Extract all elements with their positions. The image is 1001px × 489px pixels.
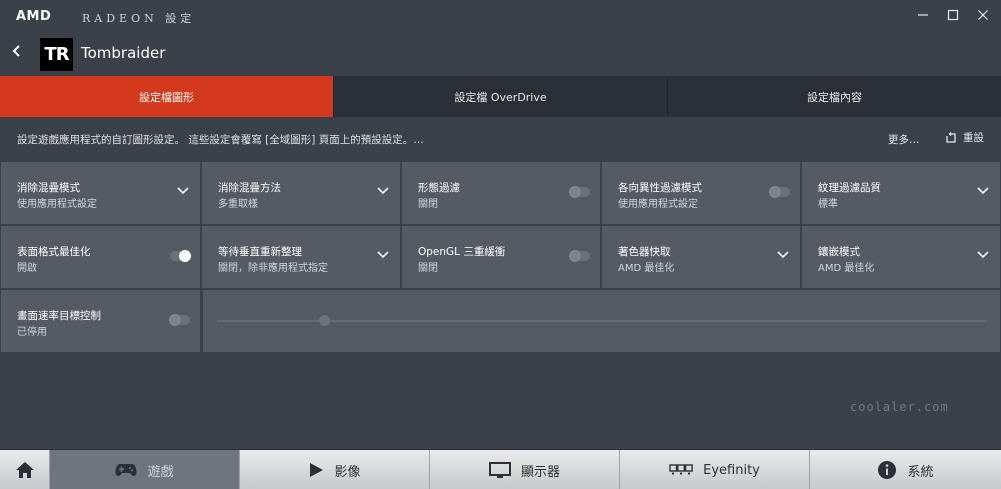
toggle-knob xyxy=(179,250,191,262)
maximize-button[interactable] xyxy=(938,6,968,28)
reset-icon xyxy=(946,131,956,143)
info-icon xyxy=(878,461,897,479)
back-button[interactable] xyxy=(8,42,26,64)
setting-label: 著色器快取 xyxy=(618,246,671,258)
setting-vsync[interactable]: 等待垂直重新整理 關閉，除非應用程式指定 xyxy=(202,226,400,288)
description-text: 設定遊戲應用程式的自訂圖形設定。 這些設定會覆寫 [全域圖形] 頁面上的預設設定… xyxy=(17,134,424,146)
toggle-switch[interactable] xyxy=(569,186,590,198)
frame-rate-slider-track[interactable] xyxy=(217,320,987,322)
game-logo: TR xyxy=(40,38,73,71)
description-bar: 設定遊戲應用程式的自訂圖形設定。 這些設定會覆寫 [全域圖形] 頁面上的預設設定… xyxy=(0,117,1001,161)
minimize-icon xyxy=(918,14,928,16)
setting-label: OpenGL 三重緩衝 xyxy=(418,246,506,258)
nav-system-label: 系統 xyxy=(907,464,934,480)
chevron-down-icon[interactable] xyxy=(976,248,990,262)
bottom-navigation: 遊戲 影像 顯示器 Eyefinity 系統 xyxy=(0,449,1001,489)
nav-home[interactable] xyxy=(0,450,50,489)
setting-opengl-triple-buffering[interactable]: OpenGL 三重緩衝 關閉 xyxy=(402,226,600,288)
setting-label: 鑲嵌模式 xyxy=(818,246,860,258)
setting-tessellation-mode[interactable]: 鑲嵌模式 AMD 最佳化 xyxy=(802,226,1000,288)
play-icon xyxy=(310,463,324,477)
setting-anisotropic-mode[interactable]: 各向異性過濾模式 使用應用程式設定 xyxy=(602,162,800,224)
setting-label: 形態過濾 xyxy=(418,182,460,194)
nav-eyefinity[interactable]: Eyefinity xyxy=(620,450,810,489)
chevron-down-icon[interactable] xyxy=(376,184,390,198)
profile-header: TR Tombraider xyxy=(0,34,1001,76)
nav-gaming[interactable]: 遊戲 xyxy=(50,450,240,489)
toggle-knob xyxy=(569,186,581,198)
maximize-icon xyxy=(947,9,959,21)
minimize-button[interactable] xyxy=(908,6,938,28)
watermark: coolaler.com xyxy=(850,400,949,414)
chevron-left-icon xyxy=(12,45,20,57)
setting-label: 畫面速率目標控制 xyxy=(17,310,101,322)
nav-display[interactable]: 顯示器 xyxy=(430,450,620,489)
setting-value: 標準 xyxy=(818,199,838,210)
setting-value: 關閉 xyxy=(418,263,438,274)
toggle-knob xyxy=(569,250,581,262)
nav-video-label: 影像 xyxy=(334,464,361,480)
chevron-down-icon[interactable] xyxy=(176,184,190,198)
nav-system[interactable]: 系統 xyxy=(810,450,1001,489)
chevron-down-icon[interactable] xyxy=(976,184,990,198)
chevron-down-icon[interactable] xyxy=(776,248,790,262)
setting-label: 消除混疊模式 xyxy=(17,182,80,194)
setting-value: 開啟 xyxy=(17,263,37,274)
setting-surface-format[interactable]: 表面格式最佳化 開啟 xyxy=(1,226,200,288)
tab-profile-graphics[interactable]: 設定檔圖形 xyxy=(0,76,334,117)
setting-shader-cache[interactable]: 著色器快取 AMD 最佳化 xyxy=(602,226,800,288)
toggle-knob xyxy=(769,186,781,198)
tab-profile-content[interactable]: 設定檔內容 xyxy=(668,76,1001,117)
setting-value: 使用應用程式設定 xyxy=(618,199,698,210)
setting-value: 已停用 xyxy=(17,327,47,338)
setting-value: AMD 最佳化 xyxy=(618,263,675,274)
nav-gaming-label: 遊戲 xyxy=(147,464,174,480)
toggle-switch[interactable] xyxy=(569,250,590,262)
frame-rate-slider-panel xyxy=(203,290,1000,352)
setting-value: 關閉 xyxy=(418,199,438,210)
setting-value: 關閉，除非應用程式指定 xyxy=(218,263,328,274)
amd-logo: AMD xyxy=(16,9,52,24)
home-icon xyxy=(15,462,34,478)
setting-label: 等待垂直重新整理 xyxy=(218,246,302,258)
game-title: Tombraider xyxy=(81,44,166,62)
toggle-switch[interactable] xyxy=(169,314,190,326)
setting-frame-rate-target[interactable]: 畫面速率目標控制 已停用 xyxy=(1,290,200,352)
setting-morphological-filtering[interactable]: 形態過濾 關閉 xyxy=(402,162,600,224)
toggle-switch[interactable] xyxy=(170,250,191,262)
profile-tabs: 設定檔圖形 設定檔 OverDrive 設定檔內容 xyxy=(0,76,1001,117)
frame-rate-slider-thumb[interactable] xyxy=(319,315,331,326)
nav-eyefinity-label: Eyefinity xyxy=(703,462,760,478)
more-link[interactable]: 更多… xyxy=(888,132,920,147)
monitor-icon xyxy=(488,461,511,478)
toggle-knob xyxy=(169,314,181,326)
nav-video[interactable]: 影像 xyxy=(240,450,430,489)
setting-label: 各向異性過濾模式 xyxy=(618,182,702,194)
setting-value: AMD 最佳化 xyxy=(818,263,875,274)
title-bar: AMD RADEON 設定 xyxy=(0,0,1001,34)
app-name: RADEON 設定 xyxy=(82,12,196,25)
setting-aa-method[interactable]: 消除混疊方法 多重取樣 xyxy=(202,162,400,224)
setting-texture-quality[interactable]: 紋理過濾品質 標準 xyxy=(802,162,1000,224)
setting-label: 紋理過濾品質 xyxy=(818,182,881,194)
tab-profile-overdrive[interactable]: 設定檔 OverDrive xyxy=(334,76,668,117)
close-button[interactable] xyxy=(968,6,998,28)
setting-value: 使用應用程式設定 xyxy=(17,199,97,210)
reset-label: 重設 xyxy=(963,132,984,144)
gamepad-icon xyxy=(115,464,137,476)
setting-aa-mode[interactable]: 消除混疊模式 使用應用程式設定 xyxy=(1,162,200,224)
reset-button[interactable]: 重設 xyxy=(945,130,984,145)
close-icon xyxy=(978,10,988,20)
chevron-down-icon[interactable] xyxy=(376,248,390,262)
setting-value: 多重取樣 xyxy=(218,199,258,210)
eyefinity-icon xyxy=(669,464,693,475)
toggle-switch[interactable] xyxy=(769,186,790,198)
setting-label: 表面格式最佳化 xyxy=(17,246,91,258)
setting-label: 消除混疊方法 xyxy=(218,182,281,194)
nav-display-label: 顯示器 xyxy=(520,464,560,480)
